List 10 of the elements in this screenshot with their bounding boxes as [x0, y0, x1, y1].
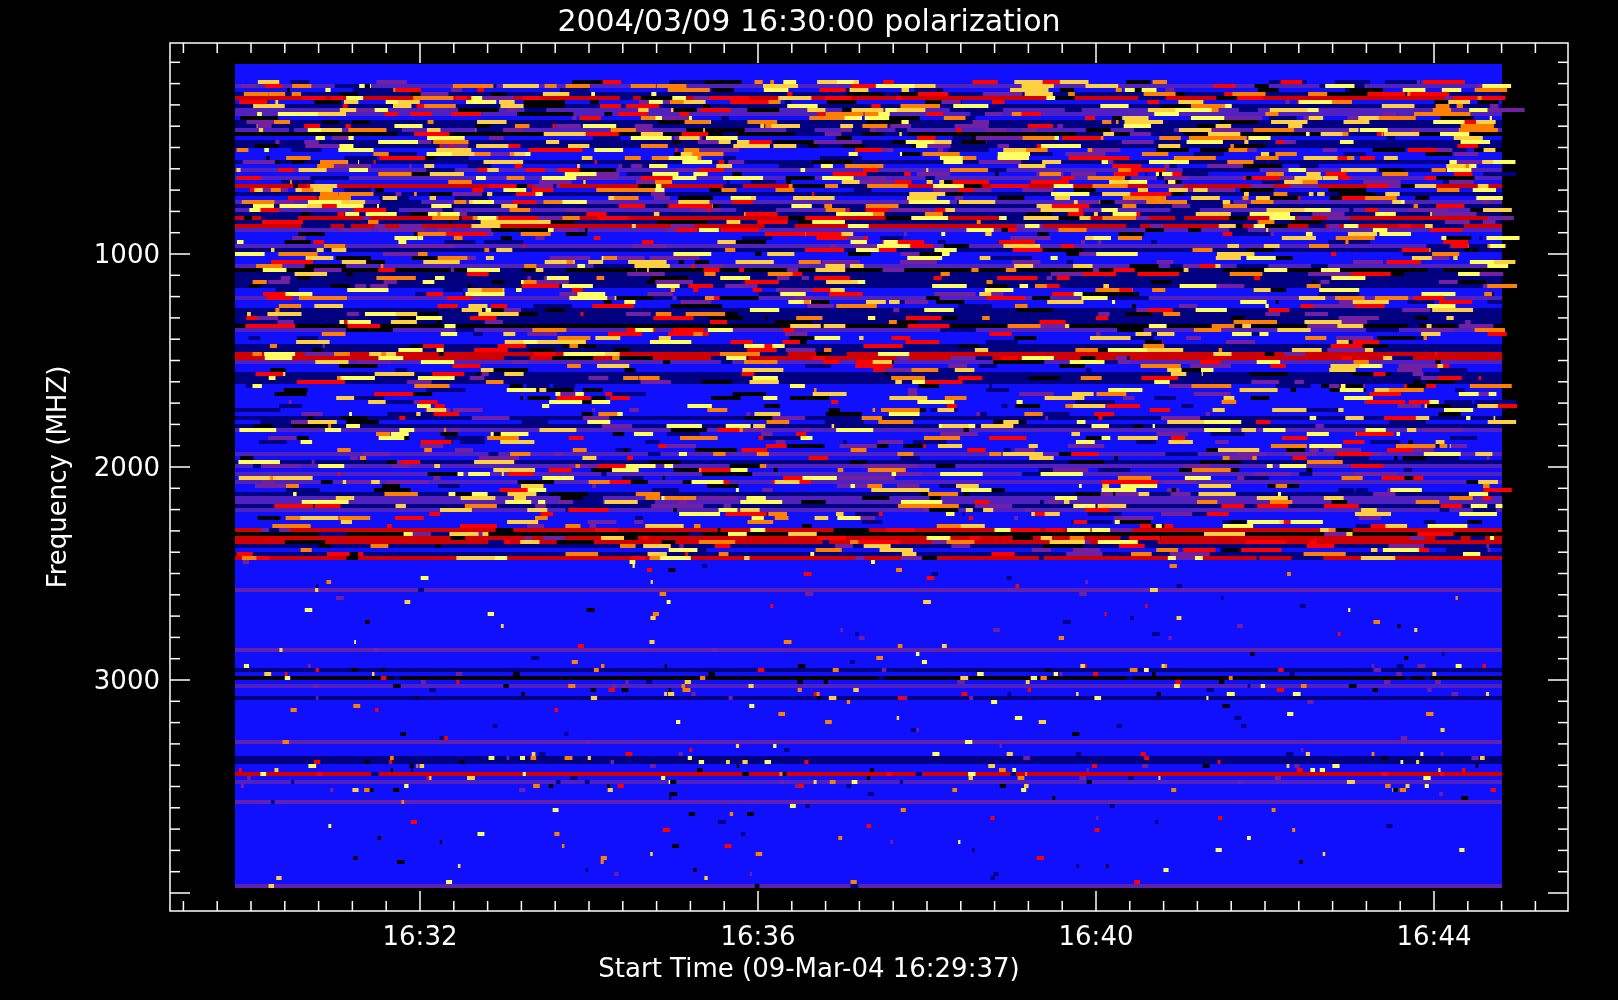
axis-tick-label: 16:40: [1058, 921, 1134, 951]
axis-tick-label: 2000: [93, 452, 160, 482]
axis-tick-label: 16:36: [720, 921, 796, 951]
axis-tick-label: 16:44: [1396, 921, 1472, 951]
axis-title: Frequency (MHZ): [42, 365, 72, 589]
axis-tick-label: 16:32: [382, 921, 458, 951]
axis-tick-label: 1000: [93, 239, 160, 269]
axis-tick-label: 3000: [93, 665, 160, 695]
plot-title: 2004/03/09 16:30:00 polarization: [557, 3, 1061, 38]
axis-title: Start Time (09-Mar-04 16:29:37): [598, 953, 1020, 983]
